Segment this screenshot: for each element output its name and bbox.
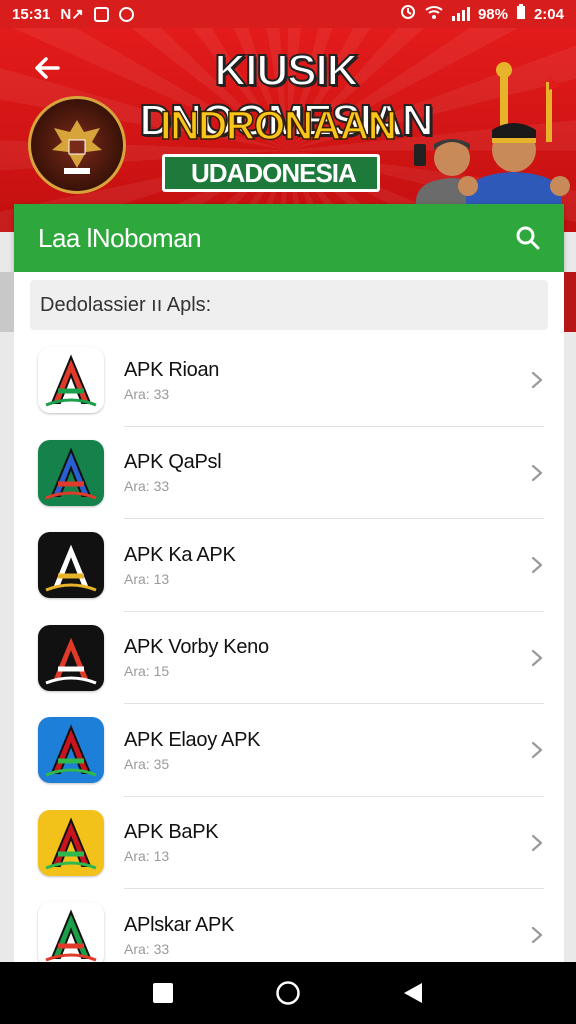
- app-name: APK Ka APK: [124, 543, 236, 566]
- battery-text: 98%: [477, 5, 508, 23]
- banner-subtitle: INDRONAAN: [160, 103, 398, 149]
- app-meta: Ara: 33: [124, 478, 170, 495]
- app-text: APlskar APK Ara: 33: [124, 914, 234, 957]
- alarm-icon: [400, 4, 416, 24]
- app-list-card: Dedolassier ıı Apls: APK Rioan Ara: 33 APK…: [14, 272, 564, 962]
- app-name: APK Elaoy APK: [124, 728, 261, 751]
- back-button[interactable]: [28, 48, 68, 88]
- chevron-right-icon: [530, 463, 544, 483]
- status-left-time: 15:31: [12, 5, 51, 23]
- search-icon: [516, 226, 540, 250]
- chevron-right-icon: [530, 370, 544, 390]
- app-text: APK Elaoy APK Ara: 35: [124, 729, 260, 772]
- app-name: APK Rioan: [124, 358, 220, 381]
- app-text: APK Vorby Keno Ara: 15: [124, 636, 269, 679]
- notification-icon-2: [118, 6, 134, 22]
- chevron-right-icon: [530, 833, 544, 853]
- promo-banner: KIUSIK DNOOMESIAN INDRONAAN UDADONESIA: [0, 28, 576, 232]
- app-icon: [38, 624, 104, 691]
- app-list-item[interactable]: APK QaPsl Ara: 33: [14, 427, 564, 520]
- app-text: APK Rioan Ara: 33: [124, 359, 219, 402]
- app-text: APK BaPK Ara: 13: [124, 821, 219, 865]
- app-list-item[interactable]: APK Vorby Keno Ara: 15: [14, 612, 564, 705]
- notification-icon: [93, 6, 109, 22]
- wifi-icon: [424, 4, 444, 24]
- chevron-right-icon: [530, 648, 544, 668]
- status-bar: 15:31 N↗ 98% 2:04: [0, 0, 576, 28]
- app-meta: Ara: 33: [124, 940, 170, 957]
- home-button[interactable]: [273, 978, 303, 1008]
- app-list-item[interactable]: RJ APK Elaoy APK Ara: 35: [14, 704, 564, 797]
- app-meta: Ara: 13: [124, 570, 170, 587]
- app-list: APK Rioan Ara: 33 APK QaPsl Ara: 33 DC APK Ka…: [14, 334, 564, 962]
- app-text: APK QaPsl Ara: 33: [124, 451, 222, 495]
- app-meta: Ara: 33: [124, 385, 170, 402]
- search-button[interactable]: [514, 224, 542, 252]
- app-list-item[interactable]: DC APK Ka APK Ara: 13: [14, 519, 564, 612]
- status-time: 2:04: [533, 5, 564, 23]
- app-icon: DC: [38, 532, 104, 599]
- app-bar-title: Laa lNoboman: [38, 222, 202, 253]
- square-icon: [152, 983, 173, 1003]
- app-meta: Ara: 35: [124, 755, 170, 772]
- app-name: APlskar APK: [124, 913, 235, 936]
- banner-ribbon: UDADONESIA: [162, 154, 380, 192]
- status-left-label: N↗: [60, 6, 84, 23]
- chevron-right-icon: [530, 555, 544, 575]
- chevron-right-icon: [530, 925, 544, 945]
- app-text: APK Ka APK Ara: 13: [124, 544, 236, 587]
- app-list-item[interactable]: APK Rioan Ara: 33: [14, 334, 564, 427]
- chevron-right-icon: [530, 740, 544, 760]
- app-meta: Ara: 15: [124, 663, 170, 680]
- app-list-item[interactable]: APK BaPK Ara: 13: [14, 797, 564, 890]
- app-icon: [38, 439, 104, 506]
- triangle-back-icon: [404, 983, 423, 1003]
- battery-icon: [516, 4, 526, 24]
- app-name: APK QaPsl: [124, 451, 222, 474]
- app-meta: Ara: 13: [124, 848, 170, 865]
- app-icon: [38, 809, 104, 876]
- recents-button[interactable]: [148, 978, 178, 1008]
- app-bar: Laa lNoboman: [14, 204, 564, 272]
- app-list-item[interactable]: APlskar APK Ara: 33: [14, 889, 564, 962]
- back-arrow-icon: [35, 57, 60, 79]
- app-icon: [38, 902, 104, 962]
- app-icon: RJ: [38, 717, 104, 784]
- app-name: APK Vorby Keno: [124, 636, 269, 659]
- signal-icon: [451, 7, 470, 21]
- system-nav-bar: [0, 962, 576, 1024]
- section-header: Dedolassier ıı Apls:: [30, 280, 548, 330]
- back-nav-button[interactable]: [398, 978, 428, 1008]
- app-icon: [38, 347, 104, 414]
- right-edge-strip: [564, 272, 576, 332]
- app-name: APK BaPK: [124, 821, 219, 844]
- circle-icon: [276, 981, 300, 1005]
- left-edge-strip: [0, 272, 14, 332]
